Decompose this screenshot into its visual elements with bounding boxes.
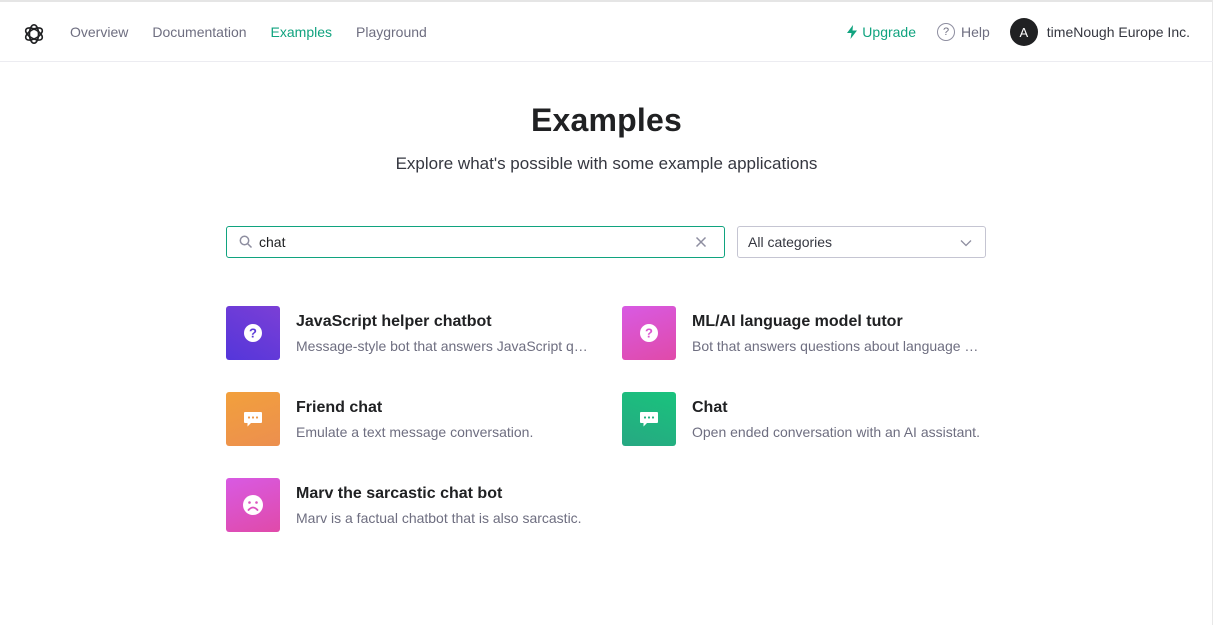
chat-bubble-icon	[640, 412, 658, 427]
nav-overview[interactable]: Overview	[70, 24, 128, 40]
example-card[interactable]: Marv the sarcastic chat bot Marv is a fa…	[226, 478, 591, 532]
category-select[interactable]: All categories	[737, 226, 986, 258]
page-title: Examples	[530, 102, 683, 138]
upgrade-label: Upgrade	[862, 24, 916, 40]
example-card[interactable]: Friend chat Emulate a text message conve…	[226, 392, 591, 446]
lightning-icon	[847, 25, 858, 39]
nav-examples[interactable]: Examples	[271, 24, 332, 40]
example-title: JavaScript helper chatbot	[296, 313, 492, 330]
example-title: Chat	[692, 399, 728, 416]
org-name: timeNough Europe Inc.	[1046, 24, 1190, 40]
example-card[interactable]: ? ML/AI language model tutor Bot that an…	[622, 306, 987, 360]
example-description: Bot that answers questions about languag…	[692, 338, 984, 354]
category-selected-value: All categories	[748, 234, 833, 250]
question-icon: ?	[244, 324, 262, 342]
top-navigation: Overview Documentation Examples Playgrou…	[0, 2, 1213, 62]
help-circle-icon: ?	[937, 23, 955, 41]
search-field[interactable]	[226, 226, 725, 258]
example-title: Marv the sarcastic chat bot	[296, 485, 503, 502]
example-card[interactable]: ? JavaScript helper chatbot Message-styl…	[226, 306, 591, 360]
example-description: Marv is a factual chatbot that is also s…	[296, 510, 582, 526]
nav-right: Upgrade ? Help A timeNough Europe Inc.	[846, 2, 1190, 62]
search-input[interactable]	[259, 234, 679, 250]
example-icon-tile: ?	[226, 306, 280, 360]
example-description: Message-style bot that answers JavaScrip…	[296, 338, 588, 354]
help-button[interactable]: ? Help	[937, 23, 990, 41]
account-menu[interactable]: A timeNough Europe Inc.	[1009, 18, 1190, 46]
example-icon-tile	[226, 478, 280, 532]
example-title: Friend chat	[296, 399, 383, 416]
page-subtitle: Explore what's possible with some exampl…	[395, 154, 818, 173]
example-icon-tile: ?	[622, 306, 676, 360]
clear-search-icon[interactable]	[694, 235, 708, 249]
example-description: Open ended conversation with an AI assis…	[692, 424, 980, 440]
search-icon	[239, 235, 253, 249]
chevron-down-icon	[960, 240, 972, 247]
svg-text:?: ?	[249, 326, 257, 341]
example-card[interactable]: Chat Open ended conversation with an AI …	[622, 392, 987, 446]
question-icon: ?	[640, 324, 658, 342]
example-description: Emulate a text message conversation.	[296, 424, 534, 440]
nav-playground[interactable]: Playground	[356, 24, 427, 40]
svg-text:?: ?	[645, 326, 653, 341]
avatar: A	[1009, 18, 1038, 46]
help-label: Help	[961, 24, 990, 40]
example-icon-tile	[622, 392, 676, 446]
chat-bubble-icon	[244, 412, 262, 427]
sad-face-icon	[243, 495, 263, 515]
example-title: ML/AI language model tutor	[692, 313, 903, 330]
primary-nav: Overview Documentation Examples Playgrou…	[70, 2, 427, 62]
nav-documentation[interactable]: Documentation	[152, 24, 246, 40]
example-icon-tile	[226, 392, 280, 446]
upgrade-button[interactable]: Upgrade	[846, 24, 916, 40]
openai-logo-icon[interactable]	[21, 21, 47, 47]
